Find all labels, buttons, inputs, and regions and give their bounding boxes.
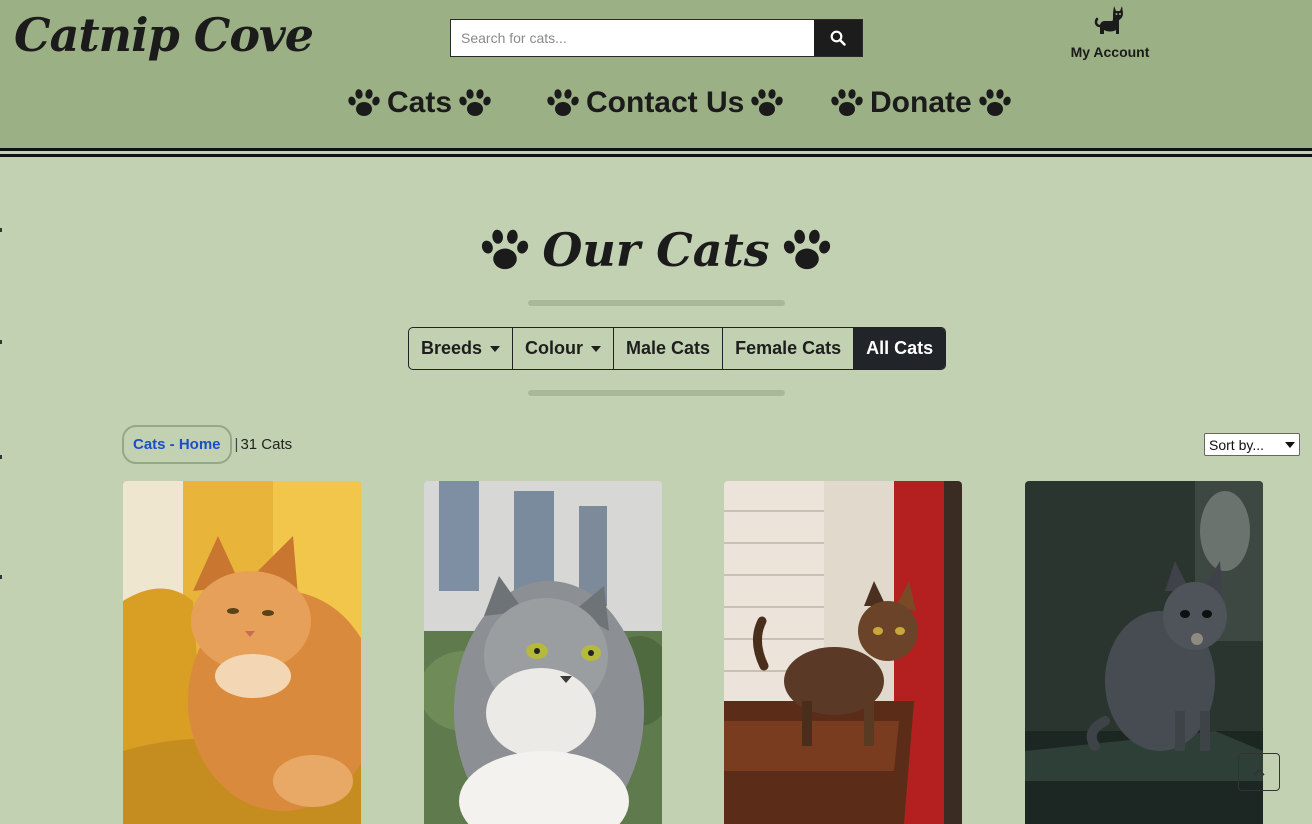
filter-male-cats[interactable]: Male Cats	[614, 328, 724, 369]
cat-card-image[interactable]	[724, 481, 962, 824]
sort-select[interactable]: Sort by...	[1204, 433, 1300, 456]
caret-down-icon	[490, 345, 501, 352]
cat-photo	[724, 481, 962, 824]
chevron-up-icon	[1253, 768, 1265, 776]
filter-label: Female Cats	[735, 338, 842, 358]
nav-item-label: Cats	[387, 86, 453, 119]
nav-item-donate[interactable]: Donate	[830, 86, 1012, 120]
cat-icon	[1094, 6, 1123, 34]
cat-card-image[interactable]	[424, 481, 662, 824]
paw-icon	[546, 88, 580, 118]
cat-card-image[interactable]	[1025, 481, 1263, 824]
paw-icon	[782, 227, 832, 273]
paw-icon	[750, 88, 784, 118]
site-logo[interactable]: Catnip Cove	[14, 8, 314, 62]
search-icon	[830, 30, 846, 46]
my-account-label: My Account	[1070, 44, 1150, 60]
breadcrumb-link-home[interactable]: Cats - Home	[122, 425, 232, 464]
nav-item-label: Donate	[870, 86, 972, 119]
breadcrumb: Cats - Home | 31 Cats	[122, 425, 292, 464]
count-text: 31 Cats	[240, 436, 293, 453]
cat-count: | 31 Cats	[235, 436, 293, 453]
page-title: Our Cats	[0, 218, 1312, 282]
filter-label: Male Cats	[626, 338, 711, 358]
nav-item-contact-us[interactable]: Contact Us	[546, 86, 784, 120]
search-button[interactable]	[814, 20, 862, 56]
filter-label: All Cats	[866, 338, 934, 358]
filter-all-cats[interactable]: All Cats	[854, 328, 946, 369]
count-separator: |	[234, 436, 239, 453]
cat-photo	[1025, 481, 1263, 824]
cat-photo	[424, 481, 662, 824]
cat-card-image[interactable]	[123, 481, 361, 824]
my-account-link[interactable]: My Account	[1064, 4, 1156, 60]
filter-colour-dropdown[interactable]: Colour	[513, 328, 615, 369]
filter-female-cats[interactable]: Female Cats	[723, 328, 855, 369]
page-title-text: Our Cats	[542, 223, 770, 277]
search-input[interactable]	[451, 20, 814, 56]
nav-item-cats[interactable]: Cats	[347, 86, 492, 120]
chevron-down-icon	[1285, 441, 1295, 448]
paw-icon	[458, 88, 492, 118]
filter-breeds-dropdown[interactable]: Breeds	[409, 328, 514, 369]
section-divider	[528, 300, 785, 306]
section-divider	[528, 390, 785, 396]
paw-icon	[480, 227, 530, 273]
filter-label: Colour	[525, 338, 584, 358]
filter-button-group: Breeds Colour Male Cats Female Cats All …	[408, 327, 947, 370]
caret-down-icon	[591, 345, 602, 352]
filter-label: Breeds	[421, 338, 483, 358]
search-bar	[450, 19, 863, 57]
back-to-top-button[interactable]	[1238, 753, 1280, 791]
sort-selected-value: Sort by...	[1209, 436, 1264, 453]
paw-icon	[830, 88, 864, 118]
main-nav: Cats Contact Us Donate	[0, 86, 1312, 132]
paw-icon	[347, 88, 381, 118]
cat-photo	[123, 481, 361, 824]
header-divider	[0, 148, 1312, 151]
nav-item-label: Contact Us	[586, 86, 745, 119]
paw-icon	[978, 88, 1012, 118]
header-divider	[0, 154, 1312, 157]
